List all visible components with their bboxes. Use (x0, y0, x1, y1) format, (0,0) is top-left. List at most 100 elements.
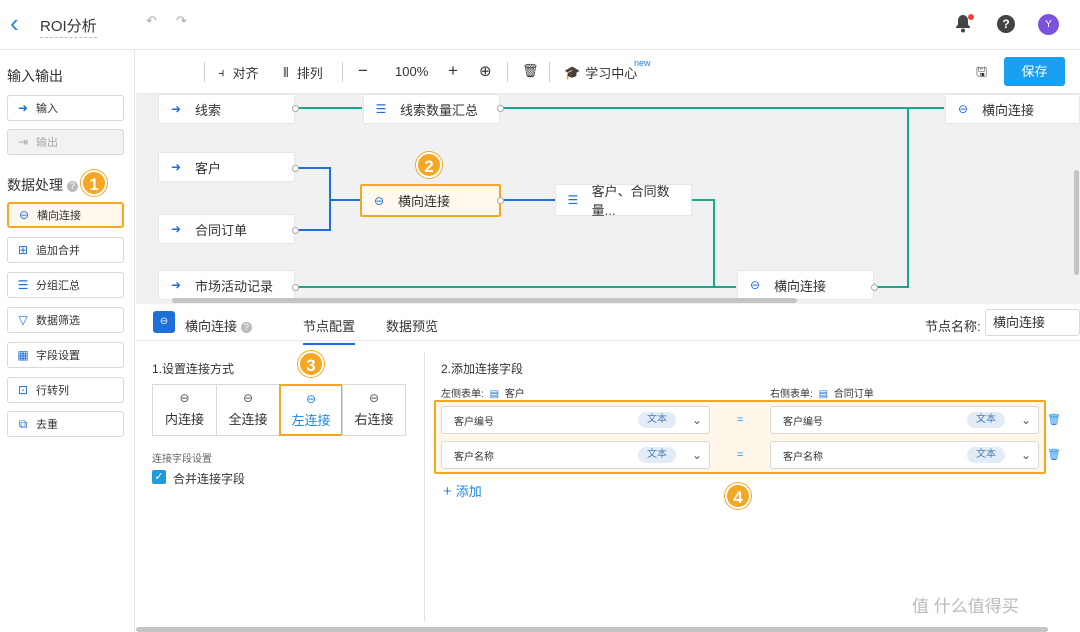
right-field-select-1[interactable]: 客户编号 文本 ⌄ (770, 406, 1039, 434)
canvas-horizontal-scrollbar[interactable] (172, 298, 797, 303)
list-icon: ☰ (567, 193, 579, 207)
sidebar-item-input[interactable]: ➜ 输入 (7, 95, 124, 121)
sidebar-item-filter[interactable]: ▽ 数据筛选 (7, 307, 124, 333)
node-xiansuo-sum[interactable]: ☰ 线索数量汇总 (363, 94, 500, 124)
new-tag: new (634, 58, 651, 68)
sidebar-item-output[interactable]: ⇥ 输出 (7, 129, 124, 155)
link-icon: ⊖ (18, 208, 30, 222)
left-table-label: 左侧表单: ▤ 客户 (441, 389, 525, 400)
join-type-right[interactable]: ⊖ 右连接 (342, 384, 406, 436)
left-field-select-2[interactable]: 客户名称 文本 ⌄ (441, 441, 710, 469)
proc-section-title: 数据处理? (7, 175, 78, 195)
zoom-level: 100% (395, 64, 429, 79)
canvas-vertical-scrollbar[interactable] (1074, 170, 1079, 275)
pivot-icon: ⊡ (17, 383, 29, 397)
align-icon: ⫞ (218, 64, 225, 80)
target-icon[interactable]: ⊕ (479, 62, 492, 80)
document-icon: ▤ (489, 389, 500, 400)
input-arrow-icon: ➜ (17, 101, 29, 115)
join-type-full[interactable]: ⊖ 全连接 (216, 384, 280, 436)
port[interactable] (292, 105, 299, 112)
help-question-icon: ? (241, 322, 253, 334)
sidebar-item-field-settings[interactable]: ▦ 字段设置 (7, 342, 124, 368)
join-type-inner[interactable]: ⊖ 内连接 (152, 384, 217, 436)
graduation-cap-icon: 🎓 (564, 64, 581, 80)
sidebar-item-group-sum[interactable]: ☰ 分组汇总 (7, 272, 124, 298)
undo-icon[interactable]: ↶ (146, 13, 157, 29)
flow-canvas[interactable]: ➜ 线索 ☰ 线索数量汇总 ⊖ 横向连接 ➜ 客户 ⊖ 横向连接 ☰ 客户、合同数量... … (136, 94, 1080, 304)
sidebar-item-append[interactable]: ⊞ 追加合并 (7, 237, 124, 263)
step-badge-2: 2 (416, 152, 442, 178)
chevron-down-icon: ⌄ (692, 448, 703, 462)
sidebar-item-horizontal-join[interactable]: ⊖ 横向连接 (7, 202, 124, 228)
io-section-title: 输入输出 (7, 68, 63, 84)
inner-join-icon: ⊖ (179, 391, 190, 405)
table-icon: ▦ (17, 348, 29, 362)
arrange-button[interactable]: ⦀ 排列 (283, 63, 323, 82)
chevron-down-icon: ⌄ (1021, 413, 1032, 427)
left-join-icon: ⊖ (305, 392, 317, 406)
port[interactable] (292, 165, 299, 172)
learning-center-button[interactable]: 🎓 学习中心 (564, 63, 637, 82)
node-join-top[interactable]: ⊖ 横向连接 (945, 94, 1080, 124)
merge-fields-checkbox[interactable]: ✓ (152, 470, 166, 484)
right-field-select-2[interactable]: 客户名称 文本 ⌄ (770, 441, 1039, 469)
merge-fields-label: 合并连接字段 (173, 472, 246, 486)
port[interactable] (497, 105, 504, 112)
port[interactable] (871, 284, 878, 291)
sidebar-item-pivot[interactable]: ⊡ 行转列 (7, 377, 124, 403)
full-join-icon: ⊖ (242, 391, 254, 405)
delete-row-2-icon[interactable]: 🗑 (1047, 448, 1061, 461)
help-question-icon: ? (67, 180, 78, 192)
page-title[interactable]: ROI分析 (40, 15, 97, 38)
sidebar-item-dedupe[interactable]: ⧉ 去重 (7, 411, 124, 437)
tab-node-config[interactable]: 节点配置 (303, 316, 356, 345)
type-tag: 文本 (967, 412, 1005, 428)
step-badge-1: 1 (81, 170, 107, 196)
align-button[interactable]: ⫞ 对齐 (218, 63, 259, 82)
node-join-bottom[interactable]: ⊖ 横向连接 (737, 270, 874, 300)
plus-icon: + (443, 483, 452, 500)
help-icon[interactable]: ? (997, 15, 1015, 33)
save-draft-icon[interactable]: 🖫 (976, 63, 987, 85)
avatar[interactable]: Y (1038, 14, 1059, 35)
divider (424, 352, 425, 622)
port[interactable] (292, 284, 299, 291)
trash-icon[interactable]: 🗑 (522, 63, 539, 79)
node-name-input[interactable]: 横向连接 (985, 309, 1080, 336)
type-tag: 文本 (638, 447, 676, 463)
step-badge-4: 4 (725, 483, 751, 509)
tab-data-preview[interactable]: 数据预览 (386, 316, 438, 335)
list-icon: ☰ (375, 102, 387, 116)
join-type-left[interactable]: ⊖ 左连接 (279, 384, 343, 436)
input-arrow-icon: ➜ (170, 278, 182, 292)
input-arrow-icon: ➜ (170, 160, 182, 174)
dedupe-icon: ⧉ (18, 416, 28, 431)
port[interactable] (292, 227, 299, 234)
zoom-in-icon[interactable]: + (448, 61, 458, 81)
redo-icon[interactable]: ↷ (176, 13, 187, 29)
delete-row-1-icon[interactable]: 🗑 (1047, 413, 1061, 426)
link-icon: ⊖ (749, 278, 761, 292)
left-field-select-1[interactable]: 客户编号 文本 ⌄ (441, 406, 710, 434)
port[interactable] (497, 197, 504, 204)
notification-bell-icon[interactable] (954, 14, 974, 34)
section1-title: 1.设置连接方式 (152, 362, 235, 376)
add-field-button[interactable]: + 添加 (443, 481, 482, 500)
node-xiansuo[interactable]: ➜ 线索 (158, 94, 295, 124)
chevron-down-icon: ⌄ (1021, 448, 1032, 462)
zoom-out-icon[interactable]: − (358, 61, 368, 81)
node-kehu[interactable]: ➜ 客户 (158, 152, 295, 182)
panel-horizontal-scrollbar[interactable] (136, 627, 1048, 632)
right-table-label: 右侧表单: ▤ 合同订单 (770, 389, 874, 400)
node-hetong[interactable]: ➜ 合同订单 (158, 214, 295, 244)
filter-icon: ▽ (18, 313, 28, 327)
right-join-icon: ⊖ (368, 391, 380, 405)
node-kehu-sum[interactable]: ☰ 客户、合同数量... (555, 184, 692, 218)
save-button[interactable]: 保存 (1004, 57, 1065, 86)
join-node-icon: ⊖ (153, 311, 175, 333)
node-shichang[interactable]: ➜ 市场活动记录 (158, 270, 295, 300)
node-join-selected[interactable]: ⊖ 横向连接 (360, 184, 501, 217)
list-icon: ☰ (17, 278, 29, 292)
back-chevron-icon[interactable]: ‹ (10, 10, 28, 36)
